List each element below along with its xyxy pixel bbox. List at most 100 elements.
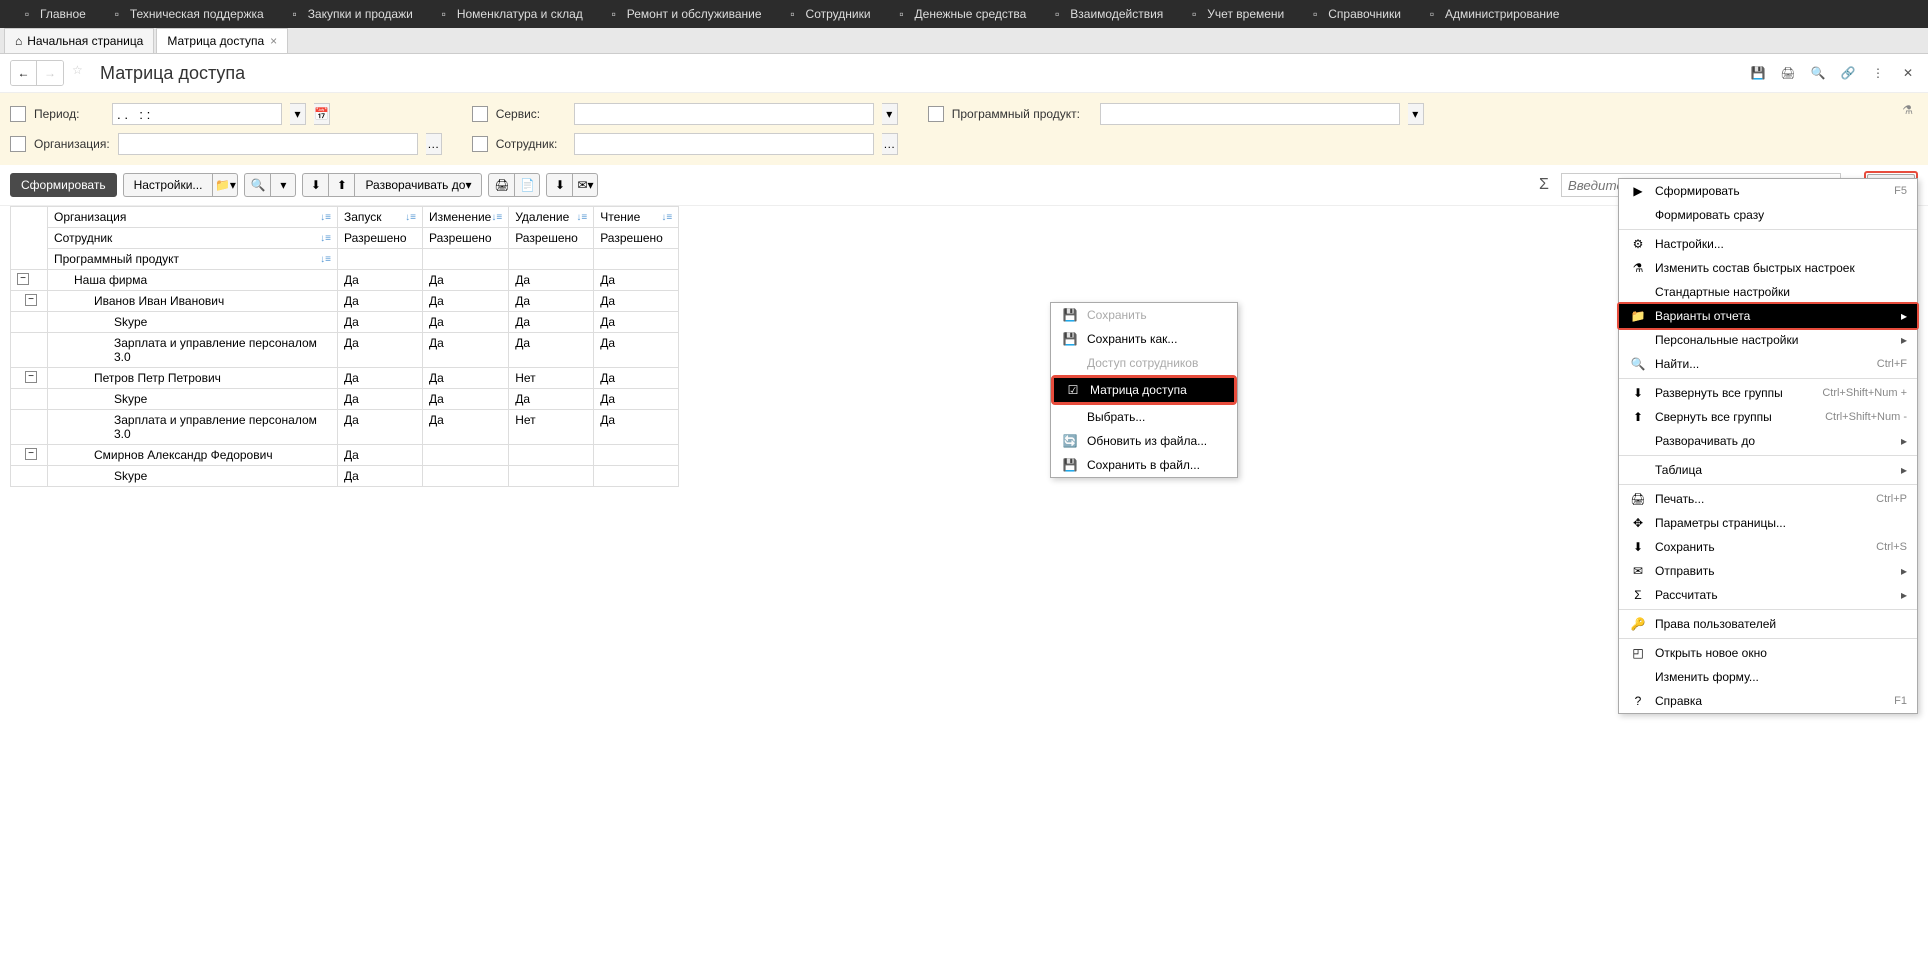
menu-item-Настройки...[interactable]: ⚙Настройки... (1619, 232, 1917, 256)
expand-to-button[interactable]: Разворачивать до ▾ (354, 173, 482, 197)
col-product[interactable]: Программный продукт (54, 252, 179, 266)
print-icon[interactable]: 🖨 (1778, 63, 1798, 83)
table-row[interactable]: Зарплата и управление персоналом 3.0ДаДа… (11, 333, 679, 368)
org-checkbox[interactable] (10, 136, 26, 152)
period-checkbox[interactable] (10, 106, 26, 122)
employee-input[interactable] (574, 133, 874, 155)
table-row[interactable]: Зарплата и управление персоналом 3.0ДаДа… (11, 410, 679, 445)
table-row[interactable]: −Наша фирмаДаДаДаДа (11, 270, 679, 291)
period-dropdown[interactable]: ▾ (290, 103, 306, 125)
menu-item-Формировать сразу[interactable]: Формировать сразу (1619, 203, 1917, 227)
org-input[interactable] (118, 133, 418, 155)
nav-Номенклатура и склад[interactable]: ▫Номенклатура и склад (425, 7, 595, 21)
search-dropdown[interactable]: ▾ (270, 173, 296, 197)
employee-checkbox[interactable] (472, 136, 488, 152)
menu-item-Рассчитать[interactable]: ΣРассчитать▸ (1619, 583, 1917, 607)
sort-icon[interactable]: ↓≡ (576, 212, 587, 223)
submenu-item-Матрица доступа[interactable]: ☑Матрица доступа (1054, 378, 1234, 402)
print-button[interactable]: 🖨 (488, 173, 514, 197)
menu-item-Параметры страницы...[interactable]: ✥Параметры страницы... (1619, 511, 1917, 535)
nav-Техническая поддержка[interactable]: ▫Техническая поддержка (98, 7, 276, 21)
download-button[interactable]: ⬇ (546, 173, 572, 197)
menu-item-Изменить состав быстрых настроек[interactable]: ⚗Изменить состав быстрых настроек (1619, 256, 1917, 280)
menu-item-Сохранить[interactable]: ⬇СохранитьCtrl+S (1619, 535, 1917, 559)
link-icon[interactable]: 🔗 (1838, 63, 1858, 83)
nav-Денежные средства[interactable]: ▫Денежные средства (883, 7, 1039, 21)
menu-item-Варианты отчета[interactable]: 📁Варианты отчета▸ (1619, 304, 1917, 328)
collapse-all-button[interactable]: ⬆ (328, 173, 354, 197)
back-button[interactable]: ← (11, 61, 37, 85)
tab-close-icon[interactable]: × (270, 34, 277, 48)
table-row[interactable]: −Смирнов Александр ФедоровичДа (11, 445, 679, 466)
product-input[interactable] (1100, 103, 1400, 125)
table-row[interactable]: SkypeДаДаДаДа (11, 312, 679, 333)
menu-item-Права пользователей[interactable]: 🔑Права пользователей (1619, 612, 1917, 636)
menu-item-Стандартные настройки[interactable]: Стандартные настройки (1619, 280, 1917, 304)
menu-item-Найти...[interactable]: 🔍Найти...Ctrl+F (1619, 352, 1917, 376)
tree-toggle-icon[interactable]: − (25, 294, 37, 306)
menu-item-Свернуть все группы[interactable]: ⬆Свернуть все группыCtrl+Shift+Num - (1619, 405, 1917, 429)
table-row[interactable]: SkypeДаДаДаДа (11, 389, 679, 410)
menu-item-Открыть новое окно[interactable]: ◰Открыть новое окно (1619, 641, 1917, 665)
menu-item-Развернуть все группы[interactable]: ⬇Развернуть все группыCtrl+Shift+Num + (1619, 381, 1917, 405)
sort-icon[interactable]: ↓≡ (320, 233, 331, 244)
sort-icon[interactable]: ↓≡ (320, 254, 331, 265)
sort-icon[interactable]: ↓≡ (491, 212, 502, 223)
period-input[interactable] (112, 103, 282, 125)
col-delete[interactable]: Удаление (515, 210, 569, 224)
search-button[interactable]: 🔍 (244, 173, 270, 197)
sort-icon[interactable]: ↓≡ (405, 212, 416, 223)
nav-Закупки и продажи[interactable]: ▫Закупки и продажи (276, 7, 425, 21)
sort-icon[interactable]: ↓≡ (320, 212, 331, 223)
menu-item-Разворачивать до[interactable]: Разворачивать до▸ (1619, 429, 1917, 453)
tree-toggle-icon[interactable]: − (25, 448, 37, 460)
employee-select[interactable]: … (882, 133, 898, 155)
table-row[interactable]: −Петров Петр ПетровичДаДаНетДа (11, 368, 679, 389)
forward-button[interactable]: → (37, 61, 63, 85)
product-checkbox[interactable] (928, 106, 944, 122)
nav-Администрирование[interactable]: ▫Администрирование (1413, 7, 1571, 21)
send-button[interactable]: ✉▾ (572, 173, 598, 197)
settings-variants-button[interactable]: 📁▾ (212, 173, 238, 197)
save-report-icon[interactable]: 💾 (1748, 63, 1768, 83)
nav-Главное[interactable]: ▫Главное (8, 7, 98, 21)
filter-funnel-icon[interactable]: ⚗ (1902, 103, 1913, 117)
preview-icon[interactable]: 🔍 (1808, 63, 1828, 83)
service-input[interactable] (574, 103, 874, 125)
col-launch[interactable]: Запуск (344, 210, 382, 224)
tree-toggle-icon[interactable]: − (17, 273, 29, 285)
col-change[interactable]: Изменение (429, 210, 491, 224)
tree-toggle-icon[interactable]: − (25, 371, 37, 383)
nav-Ремонт и обслуживание[interactable]: ▫Ремонт и обслуживание (595, 7, 774, 21)
menu-item-Сформировать[interactable]: ▶СформироватьF5 (1619, 179, 1917, 203)
col-read[interactable]: Чтение (600, 210, 640, 224)
table-row[interactable]: −Иванов Иван ИвановичДаДаДаДа (11, 291, 679, 312)
tab-Матрица доступа[interactable]: Матрица доступа× (156, 28, 288, 53)
menu-item-Персональные настройки[interactable]: Персональные настройки▸ (1619, 328, 1917, 352)
sigma-icon[interactable]: Σ (1539, 176, 1549, 194)
period-calendar[interactable]: 📅 (314, 103, 330, 125)
nav-Взаимодействия[interactable]: ▫Взаимодействия (1038, 7, 1175, 21)
generate-button[interactable]: Сформировать (10, 173, 117, 197)
product-dropdown[interactable]: ▾ (1408, 103, 1424, 125)
service-checkbox[interactable] (472, 106, 488, 122)
org-select[interactable]: … (426, 133, 442, 155)
favorite-icon[interactable]: ☆ (72, 63, 92, 83)
tab-Начальная страница[interactable]: ⌂Начальная страница (4, 28, 154, 53)
sort-icon[interactable]: ↓≡ (661, 212, 672, 223)
submenu-item-Выбрать...[interactable]: Выбрать... (1051, 405, 1237, 429)
expand-all-button[interactable]: ⬇ (302, 173, 328, 197)
submenu-item-Сохранить как...[interactable]: 💾Сохранить как... (1051, 327, 1237, 351)
menu-item-Изменить форму...[interactable]: Изменить форму... (1619, 665, 1917, 689)
submenu-item-Сохранить в файл...[interactable]: 💾Сохранить в файл... (1051, 453, 1237, 477)
menu-item-Таблица[interactable]: Таблица▸ (1619, 458, 1917, 482)
settings-button[interactable]: Настройки... (123, 173, 213, 197)
more-vert-icon[interactable]: ⋮ (1868, 63, 1888, 83)
table-row[interactable]: SkypeДа (11, 466, 679, 487)
menu-item-Печать...[interactable]: 🖨Печать...Ctrl+P (1619, 487, 1917, 511)
menu-item-Отправить[interactable]: ✉Отправить▸ (1619, 559, 1917, 583)
nav-Учет времени[interactable]: ▫Учет времени (1175, 7, 1296, 21)
col-employee[interactable]: Сотрудник (54, 231, 112, 245)
menu-item-Справка[interactable]: ?СправкаF1 (1619, 689, 1917, 713)
submenu-item-Обновить из файла...[interactable]: 🔄Обновить из файла... (1051, 429, 1237, 453)
